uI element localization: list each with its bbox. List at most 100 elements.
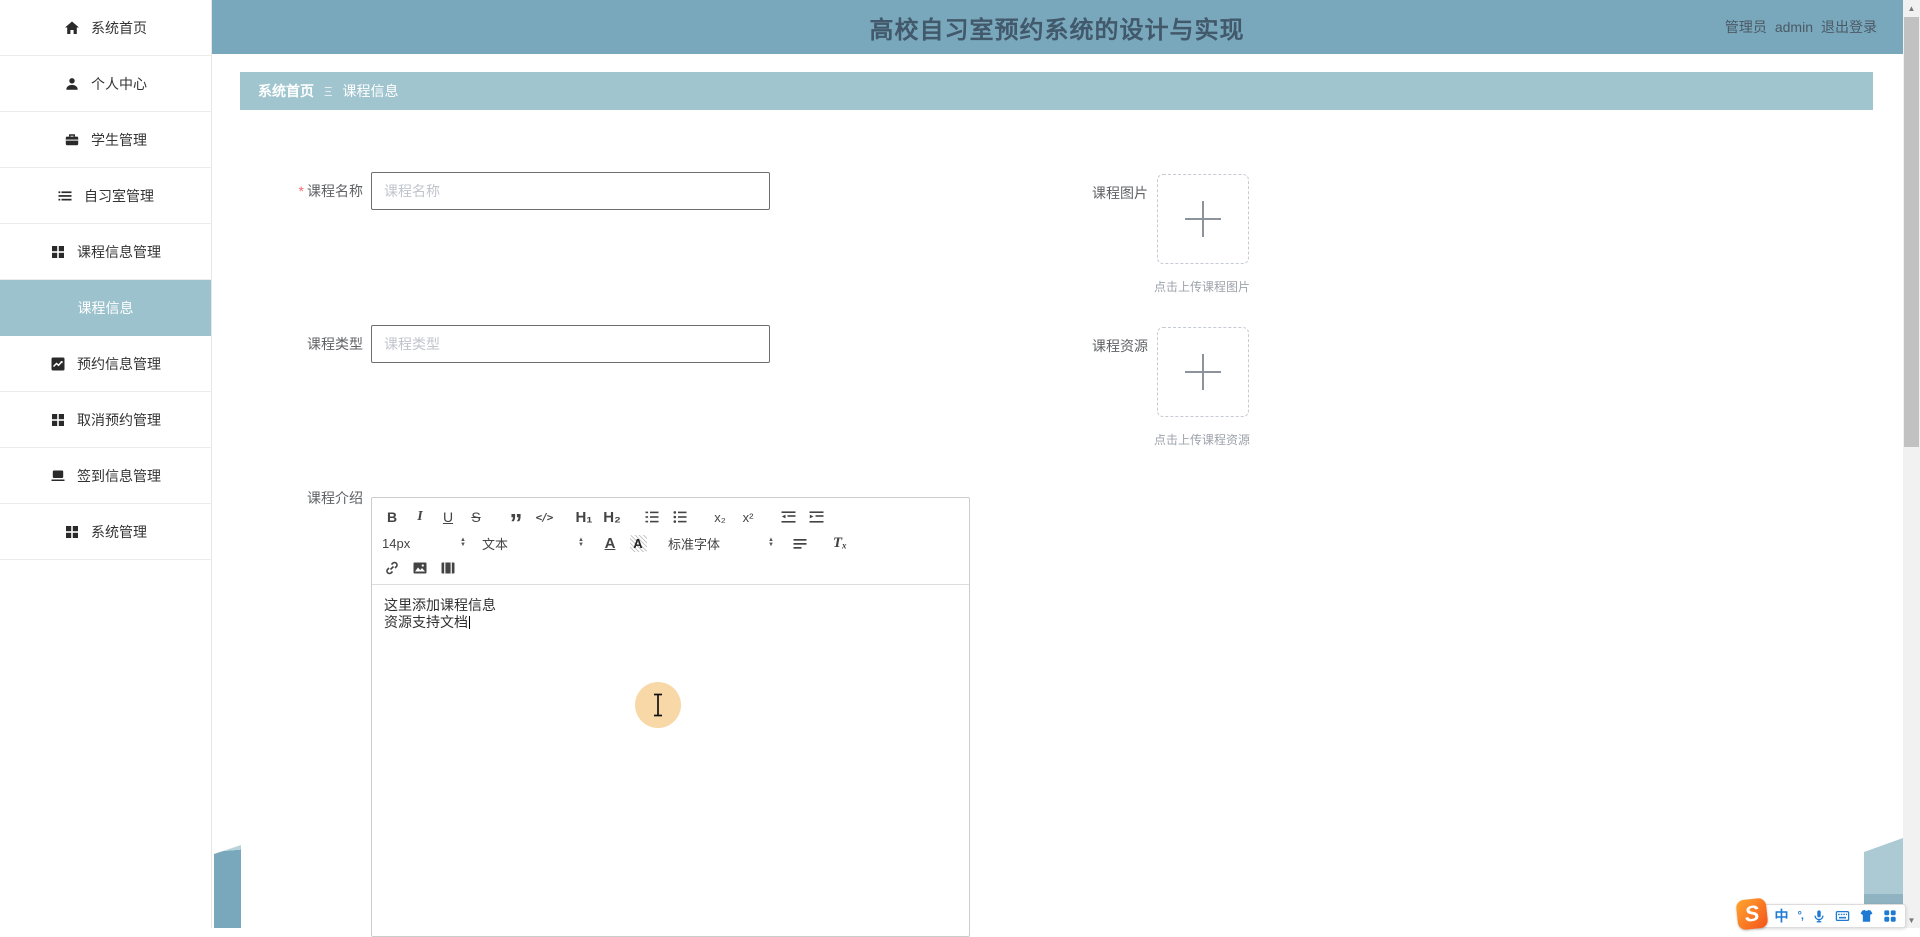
sidebar: 系统首页 个人中心 学生管理 自习室管理 课程信息管理 课程信息 预约信息管理 <box>0 0 212 928</box>
font-color-button[interactable]: A <box>600 531 620 555</box>
logout-button[interactable]: 退出登录 <box>1821 17 1877 37</box>
ime-menu-grid-icon[interactable] <box>1883 909 1897 923</box>
course-type-label: 课程类型 <box>307 336 363 352</box>
plus-icon <box>1185 201 1221 237</box>
ordered-list-icon[interactable] <box>642 505 662 529</box>
italic-button[interactable]: I <box>410 505 430 529</box>
ime-language-toggle[interactable]: 中 <box>1775 906 1789 926</box>
heading2-button[interactable]: H₂ <box>602 505 622 529</box>
virtual-keyboard-icon[interactable] <box>1835 909 1850 923</box>
font-family-select[interactable]: 标准字体 ▲ ▼ <box>668 534 778 553</box>
grid-icon <box>64 524 80 540</box>
course-name-input[interactable] <box>371 172 770 210</box>
underline-button[interactable]: U <box>438 505 458 529</box>
plus-icon <box>1185 354 1221 390</box>
grid-icon <box>50 412 66 428</box>
sidebar-item-label: 学生管理 <box>91 131 147 148</box>
scroll-up-icon[interactable]: ▲ <box>1903 0 1920 16</box>
background-color-glyph: A <box>629 534 647 552</box>
sidebar-item-system-home[interactable]: 系统首页 <box>0 0 211 56</box>
required-asterisk: * <box>298 183 304 199</box>
ibeam-cursor-icon <box>654 693 662 717</box>
text-caret <box>469 616 470 629</box>
top-header: 高校自习室预约系统的设计与实现 管理员 admin 退出登录 <box>211 0 1903 54</box>
ime-toolbar: 中 °, <box>1756 904 1906 928</box>
breadcrumb: 系统首页 Ξ 课程信息 <box>240 72 1873 110</box>
background-color-button[interactable]: A <box>628 531 648 555</box>
course-resource-upload-hint: 点击上传课程资源 <box>1153 433 1250 447</box>
editor-content[interactable]: 这里添加课程信息 资源支持文档 <box>372 585 969 643</box>
sidebar-item-label: 签到信息管理 <box>77 467 161 484</box>
spinner-icon: ▲ ▼ <box>578 537 584 548</box>
sidebar-item-cancel-reservation-mgmt[interactable]: 取消预约管理 <box>0 392 211 448</box>
course-intro-label: 课程介绍 <box>307 490 363 506</box>
sidebar-item-label: 预约信息管理 <box>77 355 161 372</box>
chart-icon <box>50 356 66 372</box>
breadcrumb-separator-icon: Ξ <box>324 83 333 99</box>
page-title: 高校自习室预约系统的设计与实现 <box>869 16 1245 44</box>
image-icon[interactable] <box>410 556 430 580</box>
admin-username: admin <box>1774 19 1813 35</box>
editor-text-line: 这里添加课程信息 <box>384 597 496 613</box>
course-image-upload[interactable] <box>1157 174 1249 264</box>
align-icon[interactable] <box>790 531 810 555</box>
editor-text-line-text: 资源支持文档 <box>384 614 468 630</box>
sidebar-item-label: 取消预约管理 <box>77 411 161 428</box>
code-button[interactable]: </> <box>534 505 554 529</box>
skin-shirt-icon[interactable] <box>1859 909 1874 923</box>
sidebar-item-reservation-mgmt[interactable]: 预约信息管理 <box>0 336 211 392</box>
sidebar-item-system-mgmt[interactable]: 系统管理 <box>0 504 211 560</box>
ime-punctuation-toggle[interactable]: °, <box>1798 910 1805 922</box>
course-type-input[interactable] <box>371 325 770 363</box>
bold-button[interactable]: B <box>382 505 402 529</box>
subscript-button[interactable]: x₂ <box>710 505 730 529</box>
briefcase-icon <box>64 132 80 148</box>
home-icon <box>64 20 80 36</box>
link-icon[interactable] <box>382 556 402 580</box>
breadcrumb-home-link[interactable]: 系统首页 <box>258 81 314 101</box>
paragraph-select[interactable]: 文本 ▲ ▼ <box>482 534 588 553</box>
sidebar-item-label: 课程信息管理 <box>77 243 161 260</box>
sidebar-item-student-mgmt[interactable]: 学生管理 <box>0 112 211 168</box>
editor-text-line: 资源支持文档 <box>384 614 957 631</box>
sidebar-item-personal-center[interactable]: 个人中心 <box>0 56 211 112</box>
font-size-value: 14px <box>382 535 411 551</box>
sidebar-item-checkin-mgmt[interactable]: 签到信息管理 <box>0 448 211 504</box>
monitor-icon <box>50 468 66 484</box>
course-image-upload-hint: 点击上传课程图片 <box>1153 280 1250 294</box>
superscript-button[interactable]: x² <box>738 505 758 529</box>
sidebar-item-course-info-mgmt[interactable]: 课程信息管理 <box>0 224 211 280</box>
sidebar-item-course-info[interactable]: 课程信息 <box>0 280 211 336</box>
font-size-select[interactable]: 14px ▲ ▼ <box>382 536 470 551</box>
unordered-list-icon[interactable] <box>670 505 690 529</box>
course-name-label: * 课程名称 <box>240 172 363 210</box>
microphone-icon[interactable] <box>1812 909 1826 924</box>
course-name-label-text: 课程名称 <box>307 183 363 199</box>
list-icon <box>57 188 73 204</box>
course-image-label: 课程图片 <box>1092 185 1148 201</box>
sidebar-item-label: 系统管理 <box>91 523 147 540</box>
editor-toolbar: B I U S ” </> H₁ H₂ x₂ x² 14px ▲ ▼ 文本 ▲ … <box>372 498 969 585</box>
scrollbar-thumb[interactable] <box>1904 17 1919 447</box>
blockquote-button[interactable]: ” <box>506 499 526 536</box>
user-icon <box>64 76 80 92</box>
paragraph-value: 文本 <box>482 536 509 552</box>
sidebar-item-label: 课程信息 <box>77 299 134 316</box>
grid-icon <box>50 244 66 260</box>
sidebar-item-label: 系统首页 <box>91 19 147 36</box>
breadcrumb-current: 课程信息 <box>342 83 399 99</box>
sidebar-item-studyroom-mgmt[interactable]: 自习室管理 <box>0 168 211 224</box>
sogou-logo[interactable]: S <box>1735 897 1769 931</box>
outdent-icon[interactable] <box>778 505 798 529</box>
clear-format-button[interactable]: Tₓ <box>830 531 850 555</box>
mouse-cursor-highlight <box>635 682 681 728</box>
decorative-ribbon-left <box>214 845 241 928</box>
video-icon[interactable] <box>438 556 458 580</box>
admin-role-label: 管理员 <box>1724 19 1767 35</box>
strikethrough-button[interactable]: S <box>466 505 486 529</box>
vertical-scrollbar[interactable]: ▲ ▼ <box>1903 0 1920 928</box>
heading1-button[interactable]: H₁ <box>574 505 594 529</box>
course-resource-label: 课程资源 <box>1092 338 1148 354</box>
indent-icon[interactable] <box>806 505 826 529</box>
course-resource-upload[interactable] <box>1157 327 1249 417</box>
